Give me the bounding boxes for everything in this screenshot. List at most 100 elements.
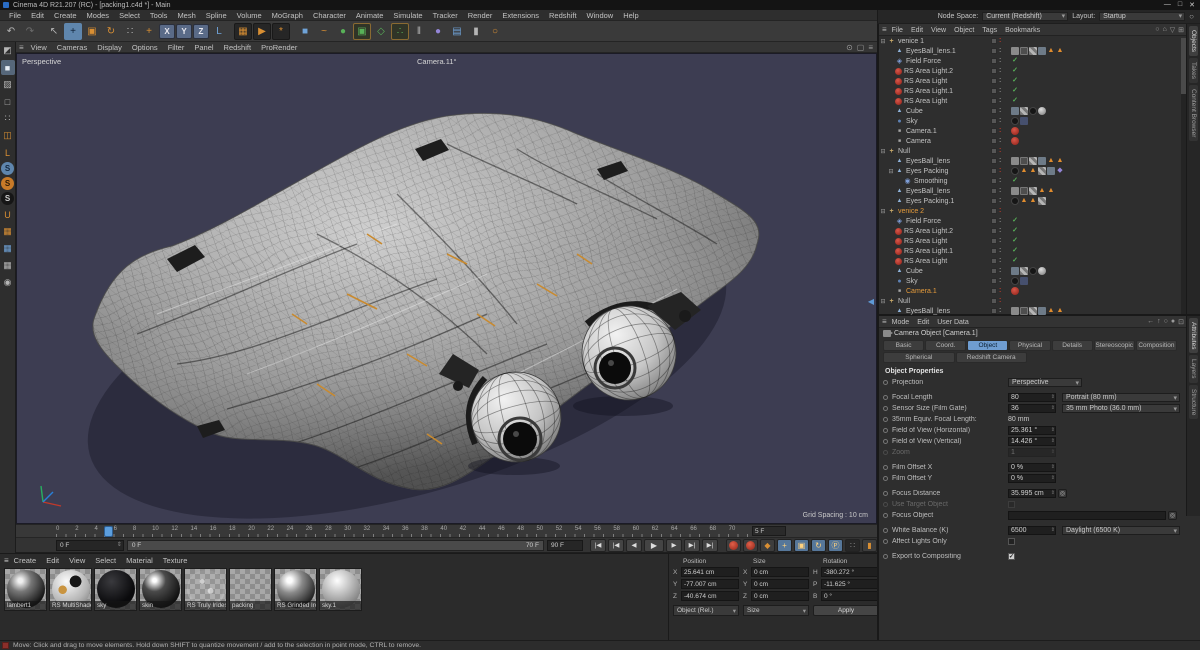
object-tag-icon[interactable]: [1047, 187, 1055, 195]
points-mode-icon[interactable]: ∷: [1, 111, 15, 126]
keyframe-selection-button[interactable]: ◆: [760, 538, 775, 552]
visibility-dots[interactable]: :: [999, 177, 1001, 184]
menu-item[interactable]: Select: [114, 11, 145, 20]
visibility-dots[interactable]: :: [999, 227, 1001, 234]
attribute-menu-item[interactable]: Edit: [913, 319, 933, 326]
solo-button[interactable]: ▮: [862, 538, 877, 552]
coord-value-field[interactable]: 0 cm: [751, 579, 809, 589]
panel-side-tab[interactable]: Content Browser: [1189, 85, 1198, 142]
object-name[interactable]: Field Force: [906, 218, 941, 225]
object-tag-icon[interactable]: [1029, 197, 1037, 205]
object-tag-icon[interactable]: [1011, 247, 1019, 255]
menu-item[interactable]: Simulate: [388, 11, 427, 20]
menu-item[interactable]: File: [4, 11, 26, 20]
layer-toggle[interactable]: [991, 298, 997, 304]
object-tag-icon[interactable]: [1020, 267, 1028, 275]
object-tree-row[interactable]: ⊟ venice 1 :: [879, 36, 1183, 46]
visibility-dots[interactable]: :: [999, 277, 1001, 284]
add-dynamics-button[interactable]: ●: [429, 23, 447, 40]
add-panel-icon[interactable]: ⊞: [1178, 26, 1184, 34]
material-menu-item[interactable]: Texture: [158, 556, 193, 565]
add-spline-button[interactable]: ~: [315, 23, 333, 40]
model-mode-icon[interactable]: ■: [0, 60, 15, 75]
object-name[interactable]: EyesBall_lens: [906, 308, 950, 315]
object-name[interactable]: Null: [898, 298, 910, 305]
viewport-menu-item[interactable]: View: [26, 43, 52, 52]
snap-3d-icon[interactable]: S: [1, 177, 14, 190]
attribute-menu-item[interactable]: Mode: [888, 319, 914, 326]
range-total-field[interactable]: 90 F: [546, 539, 583, 551]
attribute-tab[interactable]: Details: [1051, 340, 1093, 351]
menu-item[interactable]: Redshift: [544, 11, 582, 20]
object-tree-row[interactable]: RS Area Light.2 :: [879, 66, 1183, 76]
object-tree-row[interactable]: ⊟ Null :: [879, 146, 1183, 156]
menu-item[interactable]: Volume: [232, 11, 267, 20]
goto-start-button[interactable]: |◀: [590, 538, 606, 552]
modeling-tool-icon[interactable]: ◩: [1, 43, 15, 58]
object-tree-row[interactable]: Eyes Packing.1 :: [879, 196, 1183, 206]
object-tag-icon[interactable]: [1011, 307, 1019, 315]
maximize-icon[interactable]: ▢: [857, 43, 865, 52]
apply-button[interactable]: Apply: [813, 605, 879, 616]
up-arrow-icon[interactable]: ↑: [1157, 318, 1161, 326]
layer-toggle[interactable]: [991, 48, 997, 54]
visibility-dots[interactable]: :: [999, 207, 1001, 214]
attribute-value-field[interactable]: 25.361 °: [1008, 426, 1056, 435]
object-tree-row[interactable]: Cube :: [879, 106, 1183, 116]
sep3[interactable]: [291, 23, 295, 40]
layer-toggle[interactable]: [991, 288, 997, 294]
animation-dot-icon[interactable]: [883, 476, 888, 481]
animation-dot-icon[interactable]: [883, 395, 888, 400]
object-name[interactable]: Cube: [906, 108, 923, 115]
animation-dot-icon[interactable]: [883, 380, 888, 385]
object-tag-icon[interactable]: [1011, 177, 1019, 185]
object-tree-row[interactable]: Sky :: [879, 276, 1183, 286]
expand-toggle[interactable]: ⊟: [879, 208, 887, 215]
visibility-dots[interactable]: :: [999, 37, 1001, 44]
layer-toggle[interactable]: [991, 238, 997, 244]
coord-system-icon[interactable]: L: [210, 23, 228, 40]
coord-value-field[interactable]: 0 cm: [751, 591, 809, 601]
attribute-value-field[interactable]: 35.995 cm: [1008, 489, 1056, 498]
visibility-dots[interactable]: :: [999, 127, 1001, 134]
visibility-dots[interactable]: :: [999, 257, 1001, 264]
object-name[interactable]: RS Area Light.1: [904, 248, 953, 255]
object-tag-icon[interactable]: [1011, 257, 1019, 265]
record-position-button[interactable]: +: [777, 538, 792, 552]
object-name[interactable]: RS Area Light: [904, 238, 947, 245]
snap-2d-icon[interactable]: S: [1, 192, 14, 205]
menu-item[interactable]: Extensions: [497, 11, 544, 20]
layout-select[interactable]: Startup: [1099, 12, 1186, 21]
animation-dot-icon[interactable]: [883, 439, 888, 444]
object-tag-icon[interactable]: [1020, 197, 1028, 205]
panel-side-tab[interactable]: Layers: [1189, 355, 1198, 383]
layer-toggle[interactable]: [991, 258, 997, 264]
animation-dot-icon[interactable]: [883, 450, 888, 455]
object-tag-icon[interactable]: [1047, 157, 1055, 165]
attribute-tab[interactable]: Physical: [1009, 340, 1051, 351]
new-panel-icon[interactable]: ⊡: [1178, 318, 1184, 326]
object-tag-icon[interactable]: [1029, 47, 1037, 55]
animation-dot-icon[interactable]: [883, 554, 888, 559]
animation-dot-icon[interactable]: [883, 417, 888, 422]
viewport-menu-item[interactable]: Filter: [163, 43, 190, 52]
attribute-tab[interactable]: Basic: [883, 340, 925, 351]
object-tag-icon[interactable]: [1029, 267, 1037, 275]
object-tag-icon[interactable]: [1011, 267, 1019, 275]
layer-toggle[interactable]: [991, 138, 997, 144]
object-tag-icon[interactable]: [1038, 187, 1046, 195]
hamburger-icon[interactable]: ≡: [882, 25, 887, 34]
object-name[interactable]: EyesBall_lens: [906, 188, 950, 195]
quantize-icon[interactable]: ▦: [1, 224, 15, 239]
autokey-button[interactable]: [743, 538, 758, 552]
animation-dot-icon[interactable]: [883, 513, 888, 518]
material-menu-item[interactable]: Edit: [41, 556, 64, 565]
object-tree-row[interactable]: RS Area Light :: [879, 236, 1183, 246]
texture-mode-icon[interactable]: ▨: [1, 77, 15, 92]
object-name[interactable]: RS Area Light: [904, 258, 947, 265]
object-tag-icon[interactable]: [1011, 167, 1019, 175]
visibility-dots[interactable]: :: [999, 47, 1001, 54]
object-name[interactable]: RS Area Light.1: [904, 88, 953, 95]
object-tag-icon[interactable]: [1011, 47, 1019, 55]
object-tag-icon[interactable]: [1011, 107, 1019, 115]
